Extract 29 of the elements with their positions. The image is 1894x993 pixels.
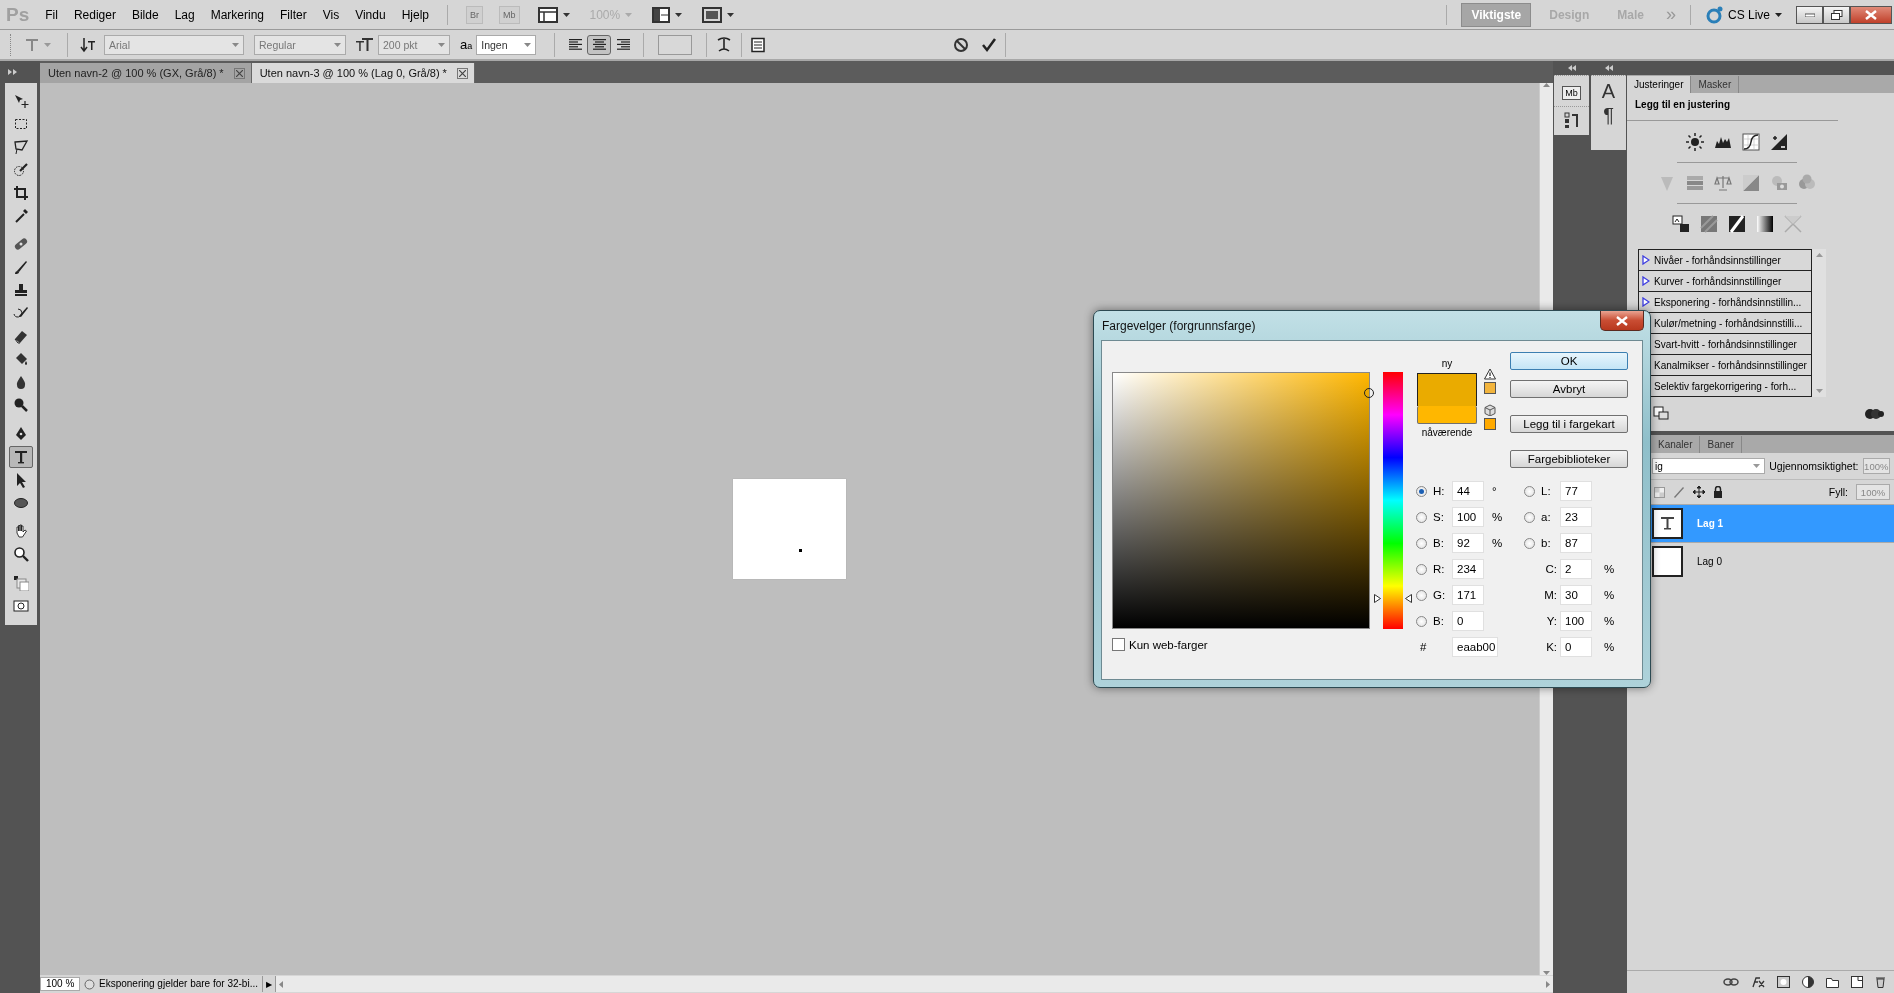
panel-heading: Legg til en justering	[1634, 98, 1731, 110]
field-label: L:	[1540, 485, 1552, 497]
field-label: #	[1419, 641, 1428, 653]
status-text: Eksponering gjelder bare for 32-bi...	[98, 977, 259, 991]
dialog-title: Fargevelger (forgrunnsfarge)	[1101, 318, 1256, 335]
unit-label: %	[1603, 589, 1616, 601]
field-label: C:	[1544, 563, 1558, 575]
field-label: R:	[1432, 563, 1446, 575]
fill-label: Fyll:	[1828, 486, 1848, 498]
field-label: B:	[1432, 615, 1445, 627]
unit-label: %	[1603, 641, 1616, 653]
swatch-label: nåværende	[1421, 427, 1473, 438]
opacity-label: Ugjennomsiktighet:	[1769, 460, 1859, 472]
field-label: b:	[1540, 537, 1552, 549]
swatch-label: ny	[1441, 358, 1453, 369]
unit-label: %	[1603, 563, 1616, 575]
unit-label: °	[1491, 485, 1498, 497]
field-label: Y:	[1545, 615, 1558, 627]
field-label: K:	[1545, 641, 1558, 653]
field-label: M:	[1543, 589, 1558, 601]
unit-label: %	[1491, 511, 1504, 523]
field-label: S:	[1432, 511, 1445, 523]
field-label: B:	[1432, 537, 1445, 549]
field-label: a:	[1540, 511, 1552, 523]
checkbox-label: Kun web-farger	[1129, 638, 1208, 651]
unit-label: %	[1491, 537, 1504, 549]
field-label: G:	[1432, 589, 1447, 601]
unit-label: %	[1603, 615, 1616, 627]
field-label: H:	[1432, 485, 1446, 497]
